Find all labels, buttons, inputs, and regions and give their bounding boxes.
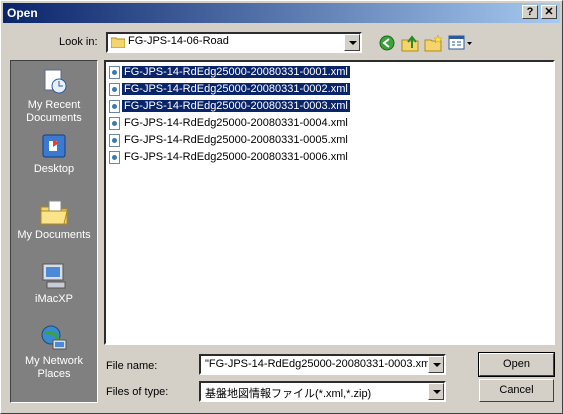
xml-file-icon — [109, 151, 120, 164]
list-item[interactable]: FG-JPS-14-RdEdg25000-20080331-0001.xml — [109, 65, 350, 80]
recent-documents-icon — [39, 67, 69, 97]
file-name: FG-JPS-14-RdEdg25000-20080331-0004.xml — [124, 117, 348, 129]
place-network-places[interactable]: My Network Places — [11, 323, 97, 381]
files-of-type-value: 基盤地図情報ファイル(*.xml,*.zip) — [205, 388, 372, 400]
xml-file-icon — [109, 66, 120, 79]
place-desktop[interactable]: Desktop — [11, 131, 97, 176]
place-imacxp[interactable]: iMacXP — [11, 261, 97, 306]
new-folder-icon[interactable] — [424, 34, 444, 52]
place-recent-documents[interactable]: My Recent Documents — [11, 67, 97, 125]
list-item[interactable]: FG-JPS-14-RdEdg25000-20080331-0002.xml — [109, 82, 350, 97]
cancel-button[interactable]: Cancel — [479, 379, 554, 402]
files-of-type-label: Files of type: — [106, 386, 169, 398]
title-bar[interactable]: Open — [3, 3, 560, 23]
file-name: FG-JPS-14-RdEdg25000-20080331-0001.xml — [122, 66, 350, 78]
my-documents-icon — [39, 197, 69, 227]
place-label: iMacXP — [35, 293, 73, 305]
xml-file-icon — [109, 83, 120, 96]
look-in-combo[interactable]: FG-JPS-14-06-Road — [106, 32, 362, 53]
list-item[interactable]: FG-JPS-14-RdEdg25000-20080331-0006.xml — [109, 150, 350, 165]
xml-file-icon — [109, 134, 120, 147]
files-of-type-select[interactable]: 基盤地図情報ファイル(*.xml,*.zip) — [199, 381, 446, 402]
close-button[interactable]: ✕ — [541, 5, 557, 19]
xml-file-icon — [109, 100, 120, 113]
file-name-field[interactable]: "FG-JPS-14-RdEdg25000-20080331-0003.xml" — [199, 354, 446, 375]
look-in-value: FG-JPS-14-06-Road — [128, 35, 229, 47]
chevron-down-icon[interactable] — [428, 356, 444, 373]
place-label: My Recent Documents — [26, 99, 82, 124]
place-my-documents[interactable]: My Documents — [11, 197, 97, 242]
place-label: My Documents — [17, 229, 91, 241]
file-name: FG-JPS-14-RdEdg25000-20080331-0006.xml — [124, 151, 348, 163]
places-bar: My Recent Documents Desktop My Documents… — [10, 60, 98, 403]
xml-file-icon — [109, 117, 120, 130]
open-button[interactable]: Open — [478, 352, 555, 377]
open-dialog: Open ? ✕ Look in: FG-JPS-14-06-Road My R… — [0, 0, 563, 414]
back-icon[interactable] — [378, 34, 398, 52]
place-label: Desktop — [33, 163, 75, 175]
my-computer-icon — [39, 261, 69, 291]
chevron-down-icon[interactable] — [428, 383, 444, 400]
window-title: Open — [7, 6, 38, 20]
view-menu-icon[interactable] — [448, 34, 474, 52]
file-name-label: File name: — [106, 360, 158, 372]
look-in-label: Look in: — [59, 36, 98, 48]
chevron-down-icon[interactable] — [344, 34, 360, 51]
file-name-value[interactable]: "FG-JPS-14-RdEdg25000-20080331-0003.xml" — [205, 358, 437, 370]
list-item[interactable]: FG-JPS-14-RdEdg25000-20080331-0004.xml — [109, 116, 350, 131]
file-name: FG-JPS-14-RdEdg25000-20080331-0003.xml — [121, 99, 351, 113]
up-folder-icon[interactable] — [401, 34, 421, 52]
list-item[interactable]: FG-JPS-14-RdEdg25000-20080331-0005.xml — [109, 133, 350, 148]
file-list[interactable]: FG-JPS-14-RdEdg25000-20080331-0001.xml F… — [104, 60, 555, 345]
place-label: My Network Places — [24, 355, 84, 380]
file-name: FG-JPS-14-RdEdg25000-20080331-0002.xml — [122, 83, 350, 95]
network-places-icon — [39, 323, 69, 353]
help-button[interactable]: ? — [522, 5, 538, 19]
file-name: FG-JPS-14-RdEdg25000-20080331-0005.xml — [124, 134, 348, 146]
list-item[interactable]: FG-JPS-14-RdEdg25000-20080331-0003.xml — [109, 99, 351, 114]
desktop-icon — [39, 131, 69, 161]
folder-icon — [110, 36, 126, 49]
